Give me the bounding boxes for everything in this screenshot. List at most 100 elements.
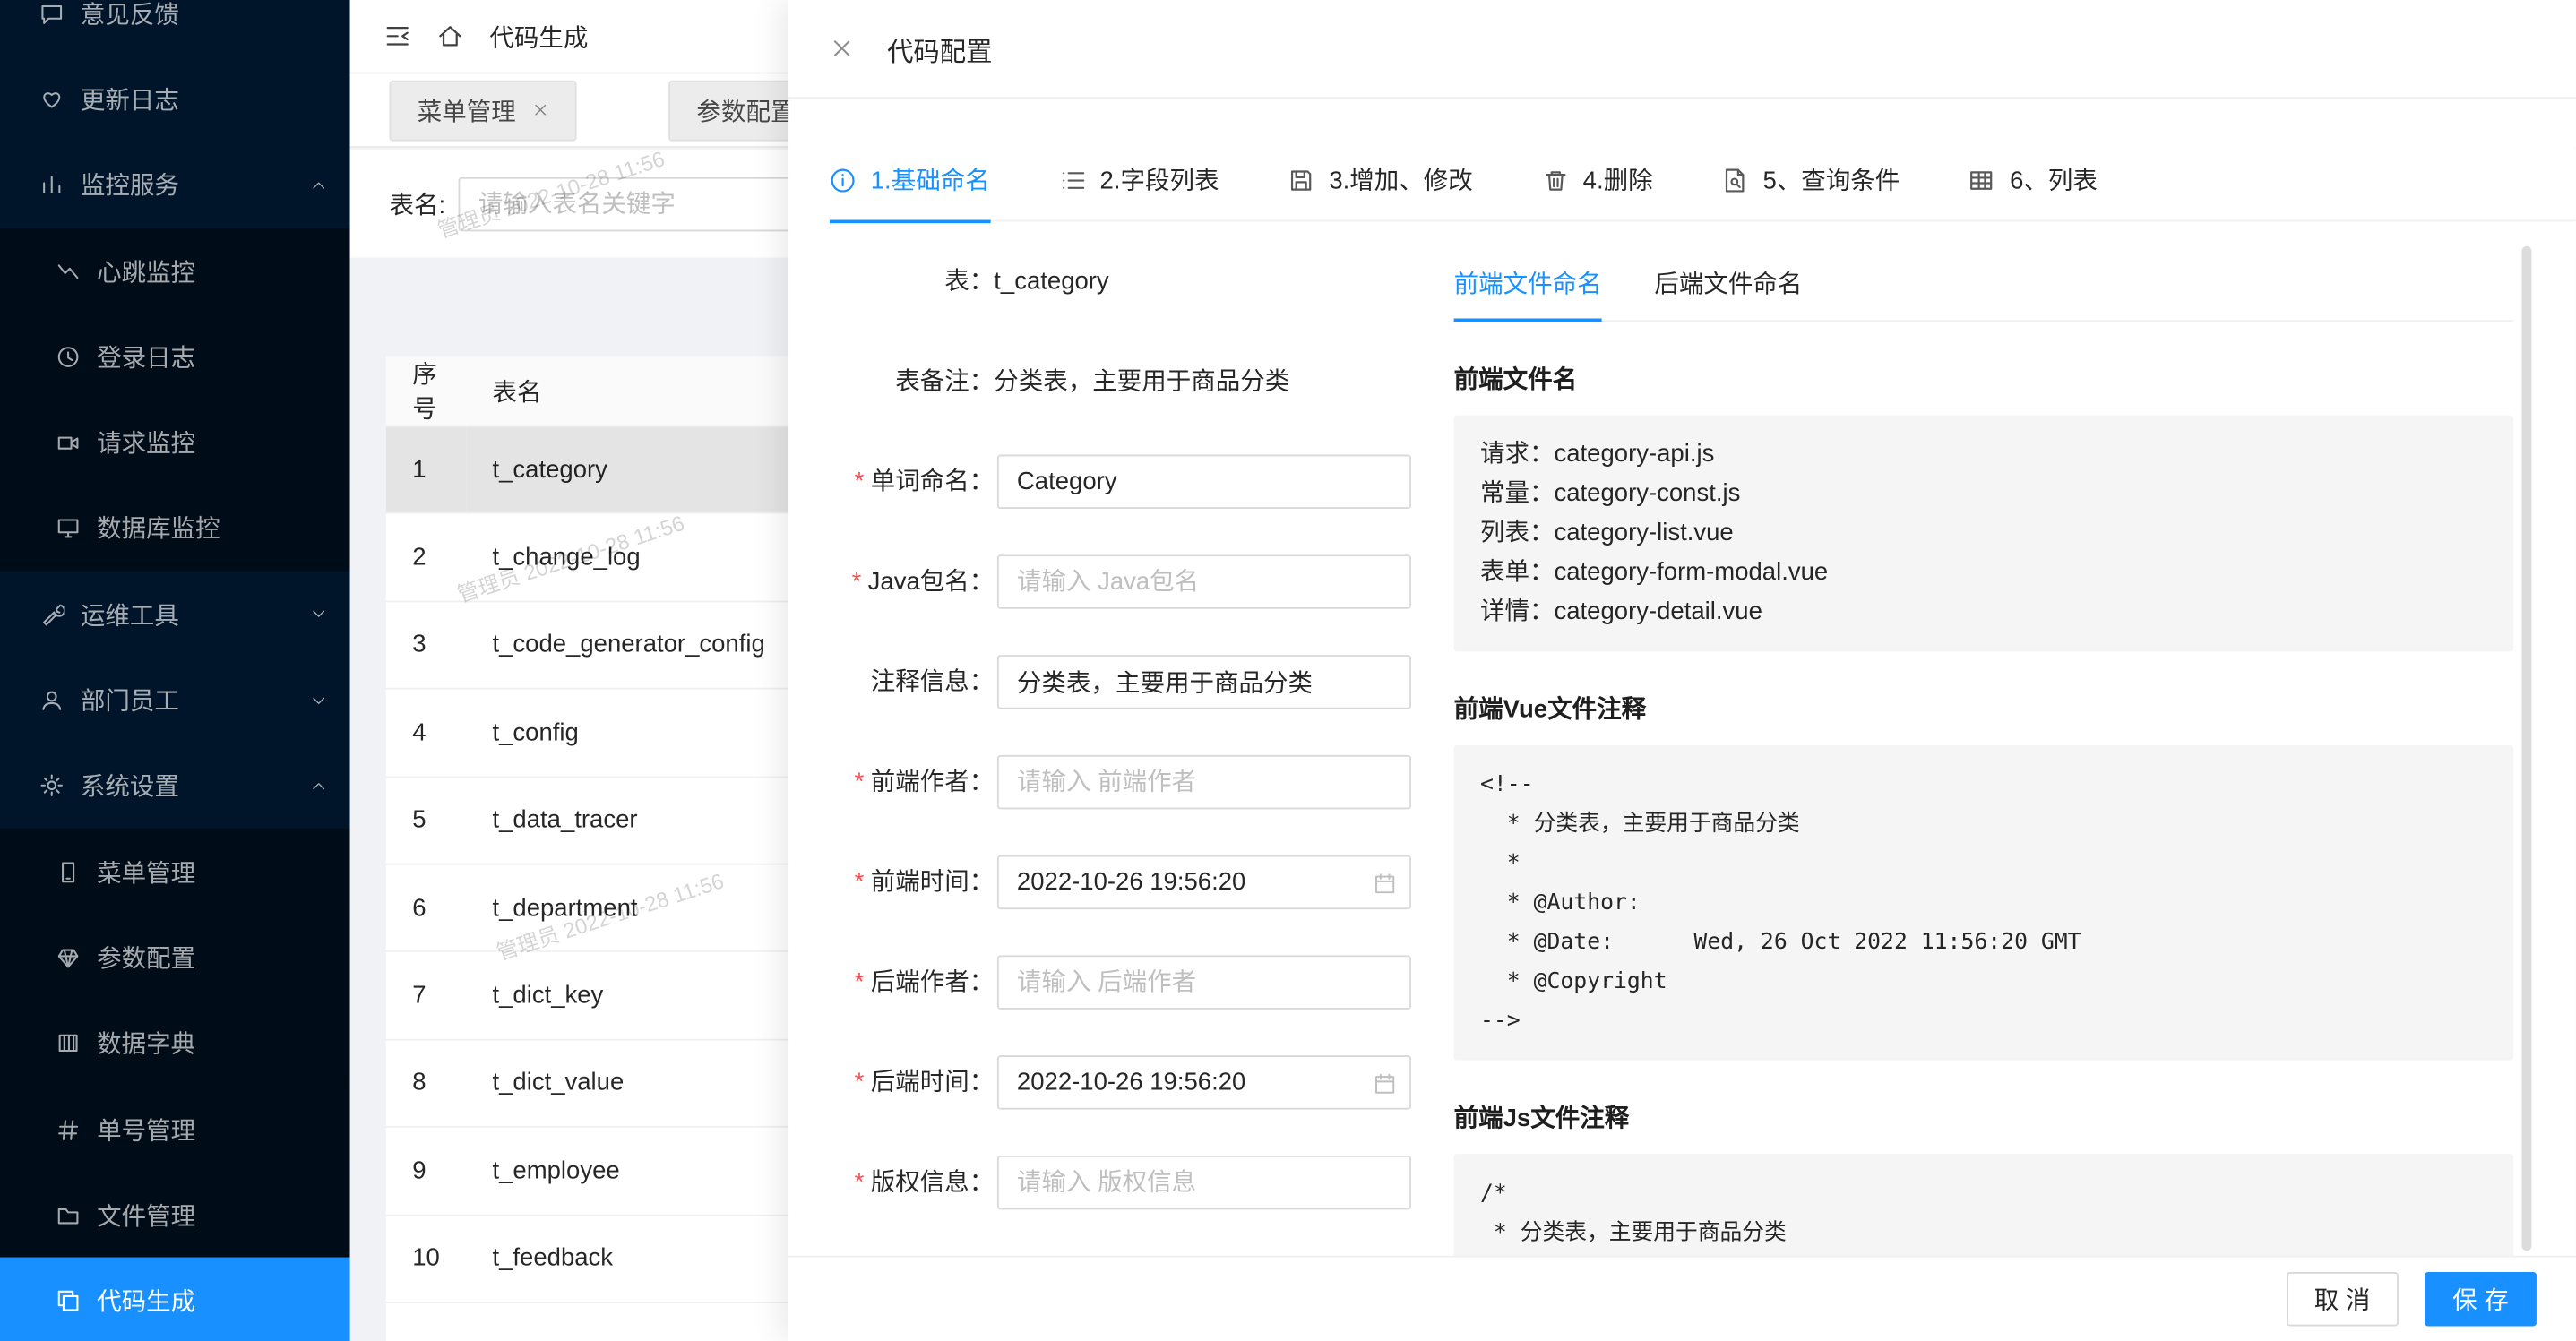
- preview-tab-backend[interactable]: 后端文件命名: [1654, 246, 1802, 320]
- close-icon[interactable]: [532, 102, 548, 118]
- back-author-input[interactable]: [997, 955, 1411, 1009]
- copyright-input[interactable]: [997, 1156, 1411, 1209]
- step-add-modify[interactable]: 3.增加、修改: [1288, 139, 1473, 221]
- copyright-control: [997, 1156, 1411, 1209]
- code-config-drawer: 代码配置 1.基础命名2.字段列表3.增加、修改4.删除5、查询条件6、列表 表…: [788, 0, 2576, 1341]
- form-row-back-time: 后端时间：: [822, 1055, 1397, 1109]
- sidebar-item-ops-tools[interactable]: 运维工具: [0, 572, 350, 658]
- page-tab-1[interactable]: 菜单管理: [390, 80, 577, 141]
- video-camera-icon: [56, 430, 81, 454]
- comment-info-input[interactable]: [997, 655, 1411, 709]
- field-label: 单词命名：: [822, 455, 995, 509]
- sidebar-menu: 意见反馈更新日志监控服务心跳监控登录日志请求监控数据库监控运维工具部门员工系统设…: [0, 0, 350, 1341]
- gold-icon: [56, 945, 81, 969]
- calendar-icon: [1374, 871, 1397, 894]
- front-time-control: [997, 855, 1411, 909]
- front-author-control: [997, 755, 1411, 809]
- cell-index: 9: [386, 1127, 466, 1215]
- sidebar-item-request-monitor[interactable]: 请求监控: [0, 400, 350, 486]
- sidebar-item-label: 单号管理: [97, 1112, 195, 1146]
- tool-icon: [39, 602, 65, 626]
- home-icon[interactable]: [437, 23, 463, 49]
- heart-icon: [39, 87, 65, 111]
- save-button[interactable]: 保 存: [2425, 1272, 2537, 1326]
- step-label: 5、查询条件: [1762, 162, 1900, 196]
- step-label: 4.删除: [1583, 162, 1653, 196]
- sidebar-item-data-dict[interactable]: 数据字典: [0, 1001, 350, 1087]
- table-name-row: 表： t_category: [822, 262, 1397, 302]
- sidebar-item-department-staff[interactable]: 部门员工: [0, 658, 350, 744]
- preview-tab-frontend[interactable]: 前端文件命名: [1454, 246, 1602, 320]
- sidebar-item-label: 请求监控: [97, 426, 195, 460]
- field-label: 前端作者：: [822, 755, 995, 809]
- sidebar-item-feedback[interactable]: 意见反馈: [0, 0, 350, 56]
- naming-preview: 前端文件命名后端文件命名 前端文件名请求：category-api.js 常量：…: [1454, 246, 2514, 1341]
- menu-fold-icon[interactable]: [384, 23, 410, 49]
- sidebar-item-param-config[interactable]: 参数配置: [0, 915, 350, 1001]
- back-time-input[interactable]: [997, 1055, 1411, 1109]
- step-field-list[interactable]: 2.字段列表: [1059, 139, 1219, 221]
- front-time-input[interactable]: [997, 855, 1411, 909]
- cancel-button[interactable]: 取 消: [2287, 1272, 2399, 1326]
- sidebar-item-file-management[interactable]: 文件管理: [0, 1173, 350, 1259]
- sidebar-item-database-monitor[interactable]: 数据库监控: [0, 486, 350, 572]
- sidebar-item-system-settings[interactable]: 系统设置: [0, 743, 350, 829]
- number-icon: [56, 1117, 81, 1141]
- cell-index: 7: [386, 951, 466, 1039]
- table-icon: [1969, 167, 1994, 193]
- section-heading: 前端文件名: [1454, 361, 2514, 395]
- chevron-up-icon: [311, 176, 327, 193]
- delete-icon: [1542, 167, 1568, 193]
- cell-index: 2: [386, 513, 466, 601]
- sidebar-item-label: 部门员工: [81, 683, 179, 717]
- code-block: <!-- * 分类表，主要用于商品分类 * * @Author: * @Date…: [1454, 745, 2514, 1061]
- field-label: 后端时间：: [822, 1055, 995, 1109]
- page-tab-label: 菜单管理: [418, 93, 516, 127]
- sidebar: 意见反馈更新日志监控服务心跳监控登录日志请求监控数据库监控运维工具部门员工系统设…: [0, 0, 350, 1341]
- sidebar-item-label: 登录日志: [97, 340, 195, 374]
- step-query-condition[interactable]: 5、查询条件: [1722, 139, 1900, 221]
- step-basic-naming[interactable]: 1.基础命名: [830, 139, 990, 221]
- sidebar-item-label: 数据库监控: [97, 511, 220, 546]
- stock-icon: [56, 259, 81, 283]
- sidebar-item-login-log[interactable]: 登录日志: [0, 314, 350, 400]
- sidebar-item-code-generator[interactable]: 代码生成: [0, 1258, 350, 1341]
- chevron-up-icon: [311, 778, 327, 794]
- mobile-icon: [56, 859, 81, 883]
- sidebar-item-monitor-service[interactable]: 监控服务: [0, 142, 350, 228]
- file-search-icon: [1722, 167, 1748, 193]
- front-author-input[interactable]: [997, 755, 1411, 809]
- drawer-scrollbar[interactable]: [2521, 246, 2531, 1251]
- database-icon: [56, 1031, 81, 1055]
- back-time-control: [997, 1055, 1411, 1109]
- sidebar-item-menu-management[interactable]: 菜单管理: [0, 829, 350, 915]
- page-tab-label: 参数配置: [696, 93, 795, 127]
- sidebar-item-heartbeat-monitor[interactable]: 心跳监控: [0, 228, 350, 314]
- bar-chart-icon: [39, 173, 65, 197]
- table-comment-row: 表备注： 分类表，主要用于商品分类: [822, 363, 1397, 402]
- table-name-label: 表名:: [390, 186, 446, 220]
- folder-icon: [56, 1203, 81, 1227]
- sidebar-item-label: 参数配置: [97, 941, 195, 975]
- steps-bar: 1.基础命名 2.字段列表 3.增加、修改 4.删除 5、查询条件 6、列表: [830, 140, 2576, 222]
- sidebar-item-changelog[interactable]: 更新日志: [0, 56, 350, 142]
- table-value: t_category: [994, 262, 1108, 302]
- sidebar-item-serial-number[interactable]: 单号管理: [0, 1087, 350, 1173]
- cell-index: 4: [386, 689, 466, 777]
- sidebar-item-label: 监控服务: [81, 168, 179, 202]
- step-delete[interactable]: 4.删除: [1542, 139, 1653, 221]
- word-name-input[interactable]: [997, 455, 1411, 509]
- unordered-list-icon: [1059, 167, 1085, 193]
- form-row-word-name: 单词命名：: [822, 455, 1397, 509]
- sidebar-item-label: 系统设置: [81, 769, 179, 803]
- step-list[interactable]: 6、列表: [1969, 139, 2098, 221]
- basic-naming-form: 表： t_category 表备注： 分类表，主要用于商品分类 单词命名：Jav…: [822, 262, 1397, 1256]
- close-icon[interactable]: [830, 36, 855, 60]
- sidebar-item-label: 数据字典: [97, 1027, 195, 1061]
- cell-index: 1: [386, 426, 466, 513]
- sidebar-item-label: 心跳监控: [97, 254, 195, 288]
- step-label: 6、列表: [2010, 162, 2098, 196]
- sidebar-item-label: 菜单管理: [97, 855, 195, 889]
- java-package-input[interactable]: [997, 554, 1411, 608]
- sidebar-item-label: 文件管理: [97, 1198, 195, 1232]
